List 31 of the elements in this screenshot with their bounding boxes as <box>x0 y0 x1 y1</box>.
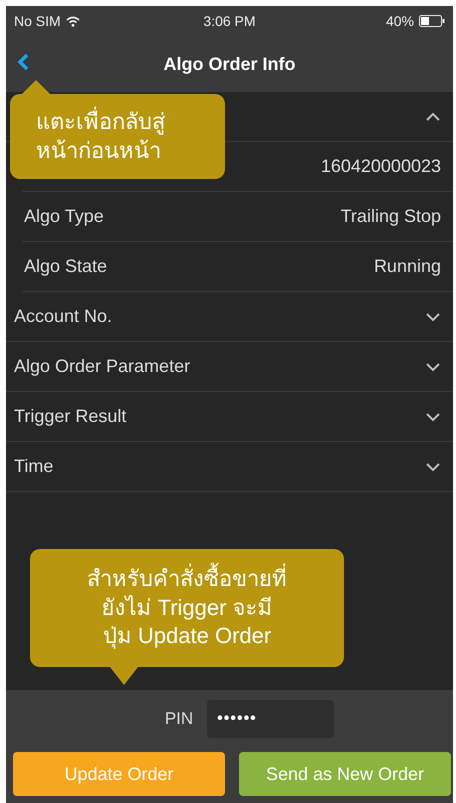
back-icon[interactable] <box>16 52 30 72</box>
tooltip-pointer <box>22 80 50 94</box>
field-label: Algo Type <box>23 206 104 227</box>
chevron-down-icon <box>425 412 441 422</box>
battery-percent: 40% <box>386 13 414 29</box>
battery-icon <box>418 15 445 27</box>
tooltip-pointer <box>110 666 138 685</box>
chevron-up-icon <box>425 112 441 122</box>
pin-field[interactable]: •••••• <box>207 700 334 738</box>
section-header[interactable]: Trigger Result <box>6 392 453 442</box>
screen-title: Algo Order Info <box>162 54 296 74</box>
section-title: Time <box>14 456 54 477</box>
field-label: Algo State <box>23 256 108 277</box>
section-header[interactable]: Algo Order Parameter <box>6 342 453 392</box>
section-header[interactable]: Account No. <box>6 292 453 342</box>
field-value: Running <box>374 256 441 277</box>
chevron-down-icon <box>425 362 441 372</box>
section-title: Trigger Result <box>14 406 126 427</box>
chevron-down-icon <box>425 462 441 472</box>
wifi-icon <box>66 16 80 26</box>
carrier-label: No SIM <box>14 13 61 29</box>
section-header[interactable]: Time <box>6 442 453 492</box>
pin-label: PIN <box>164 709 194 729</box>
status-time: 3:06 PM <box>203 13 256 29</box>
chevron-down-icon <box>425 312 441 322</box>
section-title: Account No. <box>14 306 112 327</box>
section-title: Algo Order Parameter <box>14 356 190 377</box>
field-value: 160420000023 <box>320 156 441 177</box>
tooltip: สำหรับคำสั่งซื้อขายที่ ยังไม่ Trigger จะมี ปุ่ม Update Order <box>30 549 344 667</box>
tooltip: แตะเพื่อกลับสู่ หน้าก่อนหน้า <box>10 94 225 180</box>
field-value: Trailing Stop <box>340 206 441 227</box>
